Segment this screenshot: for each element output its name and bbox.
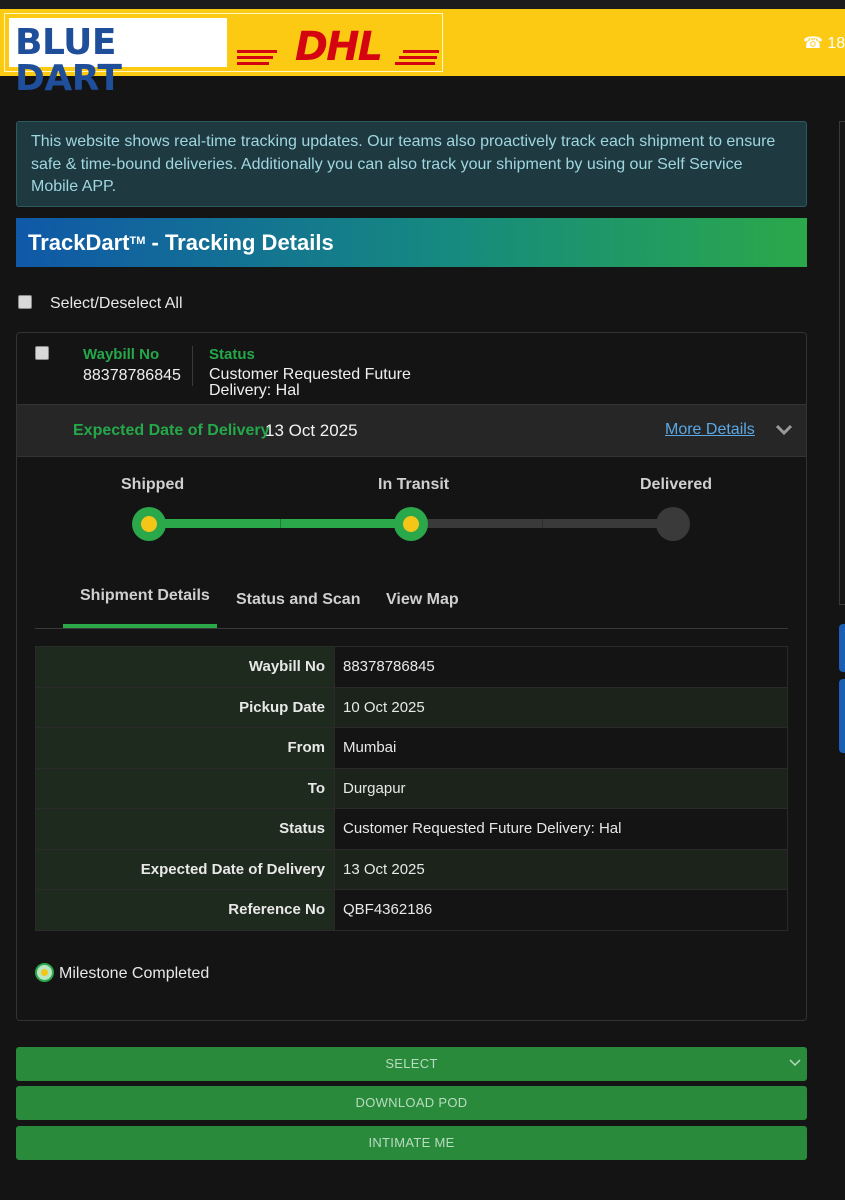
- bluedart-logo-text: BLUE DART: [15, 22, 122, 99]
- detail-key: Reference No: [35, 889, 335, 931]
- detail-value: Customer Requested Future Delivery: Hal: [334, 808, 788, 850]
- bluedart-logo: BLUE DART: [9, 18, 227, 97]
- milestone-completed-icon: [35, 963, 54, 982]
- waybill-value: 88378786845: [83, 367, 181, 384]
- info-notice: This website shows real-time tracking up…: [16, 121, 807, 207]
- table-row: To Durgapur: [35, 767, 788, 809]
- detail-value: Mumbai: [334, 727, 788, 769]
- select-all-checkbox[interactable]: [18, 295, 32, 309]
- side-tab-button[interactable]: [839, 679, 845, 753]
- dhl-logo-text: DHL: [295, 24, 381, 66]
- detail-value: 13 Oct 2025: [334, 848, 788, 890]
- step-label-in-transit: In Transit: [378, 476, 450, 493]
- milestone-node-shipped: [132, 507, 166, 541]
- detail-key: Status: [35, 808, 335, 850]
- table-row: From Mumbai: [35, 727, 788, 769]
- shipment-checkbox[interactable]: [35, 346, 49, 360]
- chevron-down-icon[interactable]: [775, 423, 793, 437]
- table-row: Expected Date of Delivery 13 Oct 2025: [35, 848, 788, 890]
- detail-value: Durgapur: [334, 767, 788, 809]
- milestone-legend-label: Milestone Completed: [59, 965, 210, 982]
- logo-banner[interactable]: BLUE DART DHL: [4, 13, 443, 97]
- progress-track-divider: [542, 519, 543, 528]
- detail-key: Pickup Date: [35, 686, 335, 728]
- download-pod-label: DOWNLOAD POD: [355, 1095, 468, 1110]
- phone-number[interactable]: ☎ 1860: [803, 33, 845, 53]
- table-row: Status Customer Requested Future Delivery…: [35, 808, 788, 850]
- download-pod-button[interactable]: DOWNLOAD POD: [16, 1086, 807, 1120]
- progress-track-divider: [280, 519, 281, 528]
- tab-shipment-details[interactable]: Shipment Details: [80, 587, 210, 605]
- tab-status-and-scan[interactable]: Status and Scan: [236, 591, 360, 609]
- detail-key: Waybill No: [35, 646, 335, 688]
- milestone-node-delivered: [656, 507, 690, 541]
- column-divider: [192, 346, 193, 386]
- detail-value: 10 Oct 2025: [334, 686, 788, 728]
- detail-key: From: [35, 727, 335, 769]
- detail-value: QBF4362186: [334, 889, 788, 931]
- detail-key: Expected Date of Delivery: [35, 848, 335, 890]
- site-header: BLUE DART DHL ☎ 1860: [0, 9, 845, 97]
- active-tab-indicator: [63, 624, 217, 628]
- edd-label: Expected Date of Delivery: [73, 422, 270, 439]
- top-strip: [0, 0, 845, 9]
- tab-divider: [35, 628, 788, 629]
- step-label-delivered: Delivered: [640, 476, 713, 493]
- intimate-me-label: INTIMATE ME: [368, 1135, 455, 1150]
- status-value: Customer Requested Future Delivery: Hal: [209, 366, 411, 399]
- detail-key: To: [35, 767, 335, 809]
- intimate-me-button[interactable]: INTIMATE ME: [16, 1126, 807, 1160]
- side-tab-button[interactable]: [839, 624, 845, 672]
- edd-row[interactable]: Expected Date of Delivery 13 Oct 2025 Mo…: [17, 404, 806, 457]
- table-row: Waybill No 88378786845: [35, 646, 788, 688]
- more-details-link[interactable]: More Details: [665, 421, 755, 439]
- detail-value: 88378786845: [334, 646, 788, 688]
- table-row: Pickup Date 10 Oct 2025: [35, 686, 788, 728]
- milestone-node-in-transit: [394, 507, 428, 541]
- shipment-details-table: Waybill No 88378786845 Pickup Date 10 Oct …: [35, 646, 788, 931]
- page-title: TrackDartTM - Tracking Details: [28, 230, 334, 256]
- page-title-bar: TrackDartTM - Tracking Details: [16, 218, 807, 267]
- waybill-label: Waybill No: [83, 346, 160, 363]
- select-dropdown[interactable]: SELECT: [16, 1047, 807, 1081]
- title-rest: - Tracking Details: [145, 230, 334, 255]
- select-all-label: Select/Deselect All: [50, 295, 183, 312]
- select-dropdown-label: SELECT: [385, 1056, 438, 1071]
- trademark-mark: TM: [129, 235, 146, 247]
- edd-value: 13 Oct 2025: [265, 421, 358, 440]
- dhl-logo: DHL: [237, 24, 439, 66]
- chevron-down-icon: [789, 1059, 801, 1067]
- right-side-panel: [839, 121, 845, 605]
- status-label: Status: [209, 346, 255, 363]
- step-label-shipped: Shipped: [121, 476, 185, 493]
- title-brand: TrackDart: [28, 230, 130, 255]
- table-row: Reference No QBF4362186: [35, 889, 788, 931]
- tab-view-map[interactable]: View Map: [386, 591, 459, 609]
